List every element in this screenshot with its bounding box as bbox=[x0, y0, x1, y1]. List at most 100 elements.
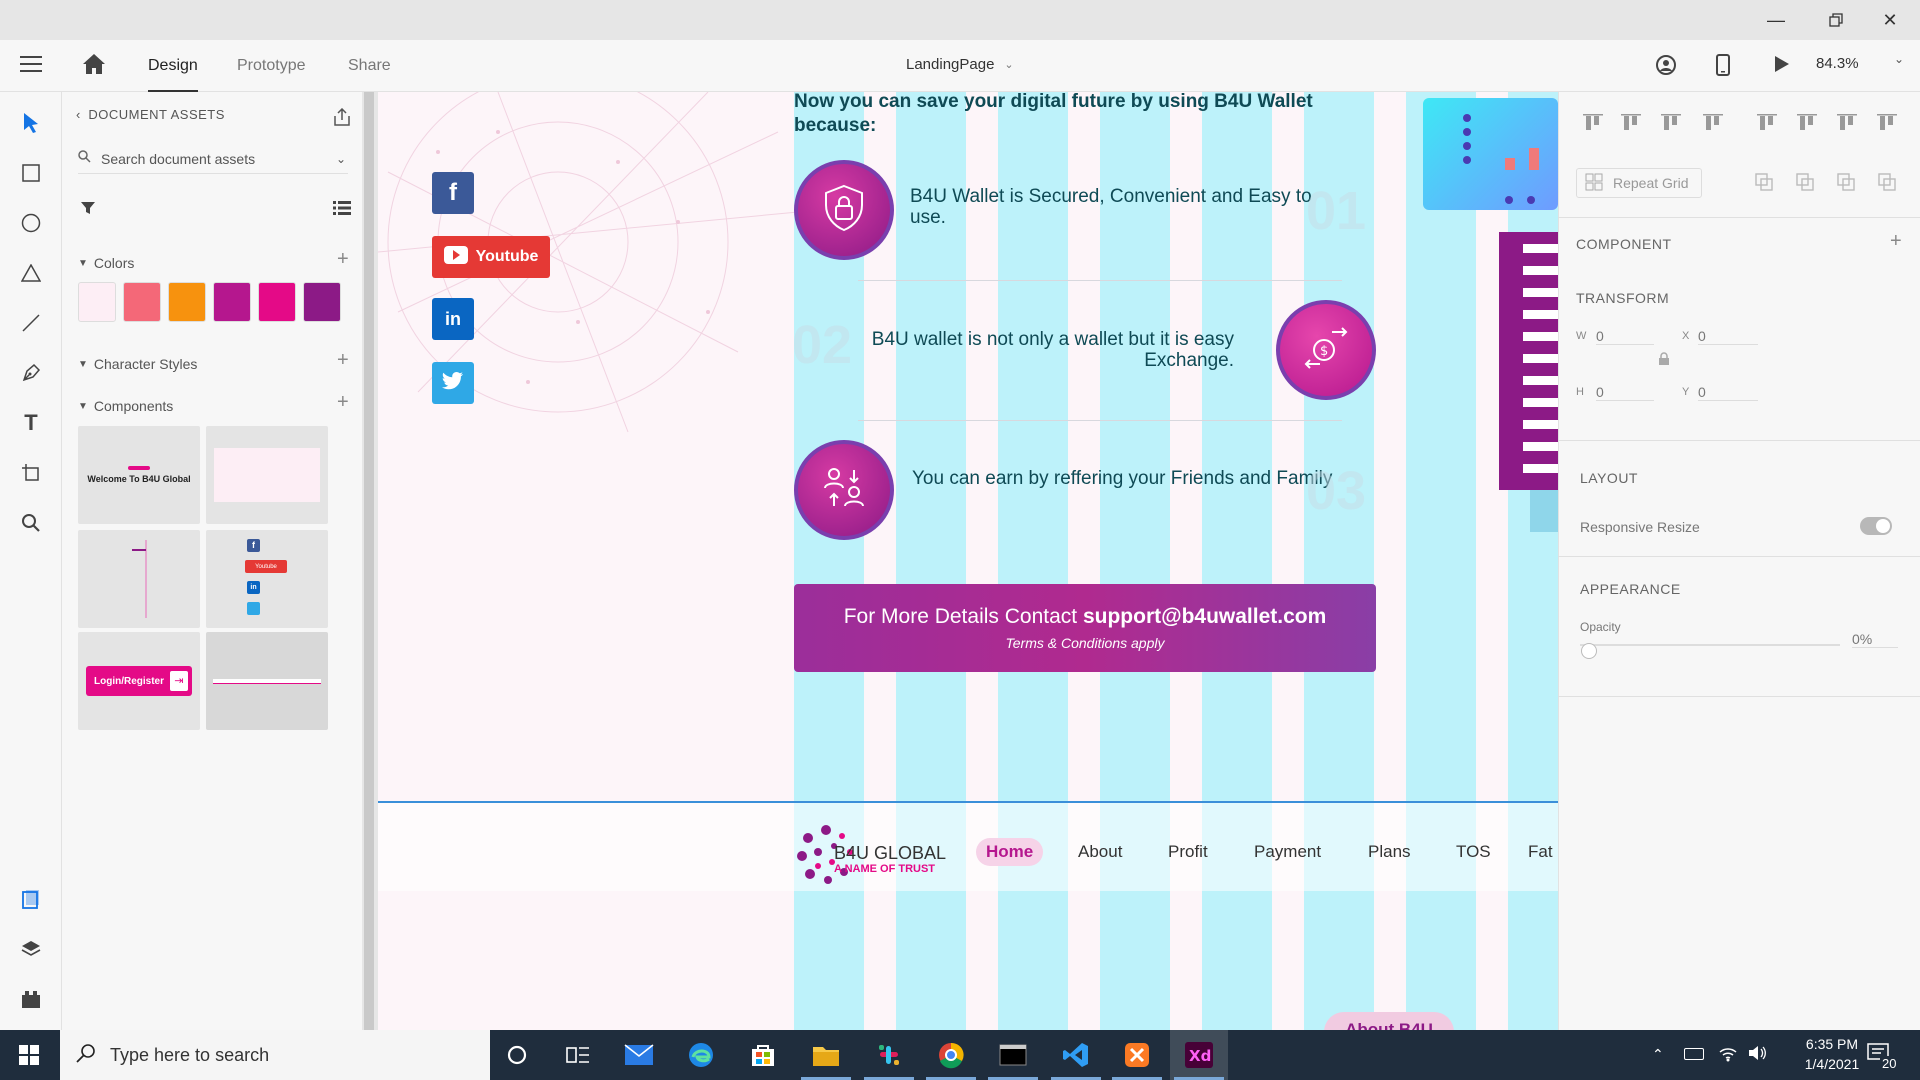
home-icon[interactable] bbox=[82, 53, 106, 80]
list-view-icon[interactable] bbox=[333, 200, 351, 221]
color-swatch[interactable] bbox=[303, 282, 341, 322]
add-boolean-icon[interactable] bbox=[1754, 172, 1774, 192]
subtract-boolean-icon[interactable] bbox=[1795, 172, 1815, 192]
align-center-icon[interactable] bbox=[1796, 112, 1818, 134]
align-top-icon[interactable] bbox=[1582, 112, 1604, 134]
component-login-button[interactable]: Login/Register ⇥ bbox=[78, 632, 200, 730]
mobile-preview-icon[interactable] bbox=[1716, 54, 1730, 81]
repeat-grid-button[interactable]: Repeat Grid bbox=[1576, 168, 1702, 198]
facebook-button[interactable]: f bbox=[432, 172, 474, 214]
add-component-state-button[interactable]: + bbox=[1890, 230, 1902, 253]
opacity-slider-thumb[interactable] bbox=[1581, 643, 1597, 659]
file-explorer-icon[interactable] bbox=[797, 1030, 855, 1080]
intersect-boolean-icon[interactable] bbox=[1836, 172, 1856, 192]
components-section-header[interactable]: ▼ Components bbox=[78, 395, 173, 417]
slack-icon[interactable] bbox=[860, 1030, 918, 1080]
component-nav-bar[interactable] bbox=[206, 632, 328, 730]
colors-section-header[interactable]: ▼ Colors bbox=[78, 252, 134, 274]
tab-design[interactable]: Design bbox=[148, 40, 198, 92]
restore-button[interactable] bbox=[1806, 0, 1866, 40]
distribute-vertical-icon[interactable] bbox=[1702, 112, 1724, 134]
play-preview-icon[interactable] bbox=[1774, 55, 1790, 78]
plugins-panel-icon[interactable] bbox=[16, 984, 46, 1014]
twitter-button[interactable] bbox=[432, 362, 474, 404]
add-component-button[interactable]: + bbox=[337, 391, 349, 414]
hamburger-menu-icon[interactable] bbox=[20, 55, 42, 78]
vscode-icon[interactable] bbox=[1047, 1030, 1105, 1080]
search-assets-input[interactable]: Search document assets bbox=[101, 151, 255, 167]
chevron-down-icon[interactable]: ⌄ bbox=[336, 152, 346, 166]
ellipse-tool-icon[interactable] bbox=[16, 208, 46, 238]
zoom-chevron-icon[interactable]: ⌄ bbox=[1894, 52, 1904, 66]
close-button[interactable]: ✕ bbox=[1860, 0, 1920, 40]
component-pink-card[interactable] bbox=[206, 426, 328, 524]
search-assets-field[interactable]: Search document assets ⌄ bbox=[78, 144, 348, 174]
assets-back-link[interactable]: ‹ DOCUMENT ASSETS bbox=[76, 107, 225, 122]
responsive-resize-toggle[interactable] bbox=[1860, 517, 1892, 535]
align-left-icon[interactable] bbox=[1756, 112, 1778, 134]
select-tool-icon[interactable] bbox=[16, 108, 46, 138]
nav-item-profit[interactable]: Profit bbox=[1168, 842, 1208, 862]
color-swatch[interactable] bbox=[78, 282, 116, 322]
adobe-xd-icon[interactable]: Xd bbox=[1170, 1030, 1228, 1080]
filter-icon[interactable] bbox=[80, 200, 96, 221]
nav-item-payment[interactable]: Payment bbox=[1254, 842, 1321, 862]
align-middle-icon[interactable] bbox=[1620, 112, 1642, 134]
assets-scrollbar-thumb[interactable] bbox=[364, 92, 374, 1030]
add-character-style-button[interactable]: + bbox=[337, 349, 349, 372]
windows-start-icon[interactable] bbox=[0, 1030, 58, 1080]
nav-item-fat[interactable]: Fat bbox=[1528, 842, 1553, 862]
color-swatch[interactable] bbox=[258, 282, 296, 322]
document-title-dropdown[interactable]: LandingPage ⌄ bbox=[906, 56, 1014, 73]
width-input[interactable]: 0 bbox=[1596, 328, 1654, 345]
text-tool-icon[interactable]: T bbox=[16, 408, 46, 438]
y-input[interactable]: 0 bbox=[1698, 384, 1758, 401]
contact-banner[interactable]: For More Details Contact support@b4uwall… bbox=[794, 584, 1376, 672]
terminal-icon[interactable] bbox=[984, 1030, 1042, 1080]
linkedin-button[interactable]: in bbox=[432, 298, 474, 340]
xampp-icon[interactable] bbox=[1108, 1030, 1166, 1080]
component-social-stack[interactable]: f Youtube in bbox=[206, 530, 328, 628]
line-tool-icon[interactable] bbox=[16, 308, 46, 338]
distribute-horizontal-icon[interactable] bbox=[1876, 112, 1898, 134]
tab-share[interactable]: Share bbox=[348, 40, 391, 92]
rectangle-tool-icon[interactable] bbox=[16, 158, 46, 188]
edge-browser-icon[interactable] bbox=[672, 1030, 730, 1080]
volume-icon[interactable] bbox=[1748, 1044, 1768, 1067]
mail-icon[interactable] bbox=[610, 1030, 668, 1080]
zoom-tool-icon[interactable] bbox=[16, 508, 46, 538]
chrome-icon[interactable] bbox=[922, 1030, 980, 1080]
pen-tool-icon[interactable] bbox=[16, 358, 46, 388]
nav-item-tos[interactable]: TOS bbox=[1456, 842, 1491, 862]
artboard-tool-icon[interactable] bbox=[16, 458, 46, 488]
component-slider-line[interactable] bbox=[78, 530, 200, 628]
opacity-slider-track[interactable] bbox=[1580, 644, 1840, 646]
taskbar-search-box[interactable]: Type here to search bbox=[60, 1030, 490, 1080]
youtube-button[interactable]: Youtube bbox=[432, 236, 550, 278]
add-color-button[interactable]: + bbox=[337, 248, 349, 271]
zoom-level[interactable]: 84.3% bbox=[1816, 55, 1859, 72]
support-email-link[interactable]: support@b4uwallet.com bbox=[1083, 605, 1326, 628]
character-styles-section-header[interactable]: ▼ Character Styles bbox=[78, 353, 197, 375]
component-welcome-banner[interactable]: Welcome To B4U Global bbox=[78, 426, 200, 524]
opacity-input[interactable]: 0% bbox=[1852, 631, 1898, 648]
color-swatch[interactable] bbox=[123, 282, 161, 322]
exclude-boolean-icon[interactable] bbox=[1877, 172, 1897, 192]
battery-icon[interactable] bbox=[1684, 1048, 1704, 1060]
store-icon[interactable] bbox=[734, 1030, 792, 1080]
export-icon[interactable] bbox=[333, 107, 351, 131]
wifi-icon[interactable] bbox=[1718, 1044, 1738, 1067]
polygon-tool-icon[interactable] bbox=[16, 258, 46, 288]
x-input[interactable]: 0 bbox=[1698, 328, 1758, 345]
tab-prototype[interactable]: Prototype bbox=[237, 40, 305, 92]
color-swatch[interactable] bbox=[168, 282, 206, 322]
nav-item-plans[interactable]: Plans bbox=[1368, 842, 1411, 862]
assets-panel-icon[interactable] bbox=[16, 884, 46, 914]
user-share-icon[interactable] bbox=[1655, 54, 1677, 81]
nav-item-home[interactable]: Home bbox=[976, 838, 1044, 866]
lock-aspect-icon[interactable] bbox=[1658, 352, 1670, 371]
task-view-icon[interactable] bbox=[549, 1030, 607, 1080]
height-input[interactable]: 0 bbox=[1596, 384, 1654, 401]
align-bottom-icon[interactable] bbox=[1660, 112, 1682, 134]
tray-chevron-icon[interactable]: ⌃ bbox=[1652, 1046, 1664, 1063]
